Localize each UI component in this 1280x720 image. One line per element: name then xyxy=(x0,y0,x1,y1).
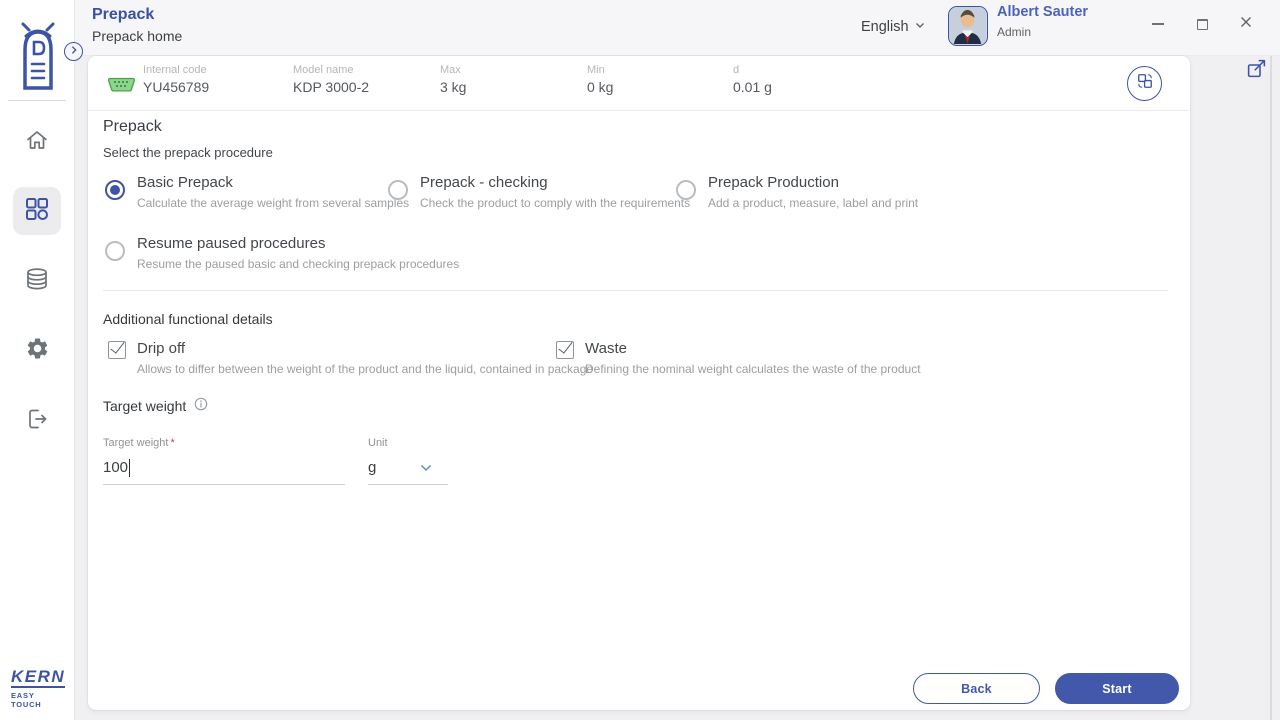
checkbox-checked-icon[interactable] xyxy=(108,341,126,359)
swap-icon xyxy=(1135,71,1155,96)
procedure-description: Check the product to comply with the req… xyxy=(420,196,691,210)
option-label: Waste xyxy=(585,340,627,357)
main-panel: Internal code YU456789 Model name KDP 30… xyxy=(88,56,1190,710)
sidebar-item-apps[interactable] xyxy=(13,187,61,235)
app-window: KERN EASY TOUCH Prepack Prepack home Eng… xyxy=(0,0,1280,720)
option-drip-off[interactable]: Drip off Allows to differ between the we… xyxy=(108,340,593,376)
close-button[interactable] xyxy=(1232,10,1260,38)
target-weight-input[interactable] xyxy=(103,454,345,476)
unit-value: g xyxy=(368,459,377,476)
target-weight-label: Target weight * xyxy=(103,437,175,449)
field-max: Max 3 kg xyxy=(440,64,467,95)
target-weight-title-text: Target weight xyxy=(103,397,187,414)
maximize-icon xyxy=(1196,18,1208,30)
close-icon xyxy=(1239,15,1253,34)
unit-label: Unit xyxy=(368,437,388,449)
required-asterisk: * xyxy=(170,437,175,449)
sidebar-item-database[interactable] xyxy=(15,259,59,303)
right-edge-divider xyxy=(1270,56,1272,720)
radio-unchecked-icon[interactable] xyxy=(105,241,125,261)
section-divider xyxy=(103,290,1168,291)
procedure-label: Prepack Production xyxy=(708,174,839,191)
page-subtitle: Prepack home xyxy=(92,28,183,44)
option-description: Defining the nominal weight calculates t… xyxy=(585,362,921,376)
procedure-option-resume-paused[interactable]: Resume paused procedures Resume the paus… xyxy=(105,234,459,271)
user-name[interactable]: Albert Sauter xyxy=(997,4,1088,20)
sidebar-item-settings[interactable] xyxy=(15,329,59,373)
procedure-option-prepack-checking[interactable]: Prepack - checking Check the product to … xyxy=(388,173,690,210)
kern-brand-logo: KERN EASY TOUCH xyxy=(11,667,66,709)
sidebar: KERN EASY TOUCH xyxy=(0,0,75,720)
section-title: Prepack xyxy=(103,118,162,135)
easy-touch-logo-icon xyxy=(13,10,63,92)
apps-grid-icon xyxy=(24,196,50,227)
database-icon xyxy=(24,266,50,297)
option-label: Drip off xyxy=(137,340,186,357)
language-label: English xyxy=(861,19,909,35)
minimize-icon xyxy=(1152,23,1164,25)
scale-info-bar: Internal code YU456789 Model name KDP 30… xyxy=(88,56,1190,111)
field-model-name: Model name KDP 3000-2 xyxy=(293,64,370,95)
fullscreen-button[interactable] xyxy=(1246,58,1267,79)
procedure-label: Basic Prepack xyxy=(137,174,233,191)
user-role: Admin xyxy=(997,25,1032,39)
gear-icon xyxy=(25,336,50,366)
option-waste[interactable]: Waste Defining the nominal weight calcul… xyxy=(556,340,921,376)
procedure-description: Add a product, measure, label and print xyxy=(708,196,919,210)
page-title: Prepack xyxy=(92,6,155,23)
field-internal-code: Internal code YU456789 xyxy=(143,64,210,95)
switch-scale-button[interactable] xyxy=(1127,66,1162,101)
target-weight-field: Target weight * xyxy=(103,437,345,485)
minimize-button[interactable] xyxy=(1144,10,1172,38)
port-connection-icon xyxy=(107,77,136,97)
section-subtitle: Select the prepack procedure xyxy=(103,145,273,160)
language-selector[interactable]: English xyxy=(861,14,927,40)
home-icon xyxy=(24,127,50,158)
procedure-option-basic-prepack[interactable]: Basic Prepack Calculate the average weig… xyxy=(105,173,409,210)
field-min: Min 0 kg xyxy=(587,64,614,95)
start-button[interactable]: Start xyxy=(1055,673,1179,704)
sidebar-item-logout[interactable] xyxy=(15,399,59,443)
panel-expand-button[interactable] xyxy=(64,42,83,61)
user-avatar[interactable] xyxy=(948,6,988,46)
procedure-description: Resume the paused basic and checking pre… xyxy=(137,257,460,271)
top-bar: Prepack Prepack home English Albert Saut… xyxy=(75,0,1280,56)
target-weight-title: Target weight xyxy=(103,397,208,414)
unit-select[interactable]: g xyxy=(368,454,448,485)
option-description: Allows to differ between the weight of t… xyxy=(137,362,594,376)
procedure-description: Calculate the average weight from severa… xyxy=(137,196,410,210)
maximize-button[interactable] xyxy=(1188,10,1216,38)
chevron-right-icon xyxy=(68,43,80,61)
radio-checked-icon[interactable] xyxy=(105,180,125,200)
field-d: d 0.01 g xyxy=(733,64,772,95)
chevron-down-icon xyxy=(913,18,927,36)
procedure-label: Prepack - checking xyxy=(420,174,548,191)
radio-unchecked-icon[interactable] xyxy=(388,180,408,200)
expand-icon xyxy=(1246,59,1267,83)
checkbox-checked-icon[interactable] xyxy=(556,341,574,359)
logout-icon xyxy=(24,406,50,437)
text-cursor xyxy=(129,459,131,477)
details-title: Additional functional details xyxy=(103,311,273,327)
procedure-option-prepack-production[interactable]: Prepack Production Add a product, measur… xyxy=(676,173,918,210)
kern-easy-touch-label: EASY TOUCH xyxy=(11,691,42,709)
info-icon[interactable] xyxy=(194,397,208,414)
sidebar-item-home[interactable] xyxy=(15,120,59,164)
procedure-label: Resume paused procedures xyxy=(137,235,326,252)
radio-unchecked-icon[interactable] xyxy=(676,180,696,200)
kern-wordmark: KERN xyxy=(11,667,66,688)
back-button[interactable]: Back xyxy=(913,673,1040,704)
sidebar-divider xyxy=(8,100,66,101)
unit-field: Unit g xyxy=(368,437,448,485)
